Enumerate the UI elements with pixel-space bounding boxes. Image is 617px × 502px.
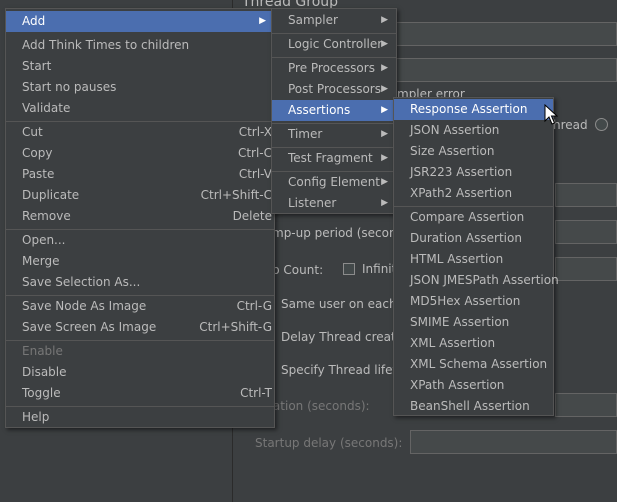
submenu-arrow-icon: ▶: [381, 39, 388, 49]
context-menu: Add ▶ Add Think Times to children Start S…: [5, 8, 275, 428]
mouse-cursor-icon: [544, 104, 558, 125]
radio-option[interactable]: [595, 118, 608, 131]
menu-item-merge[interactable]: Merge: [6, 251, 274, 272]
loop-count-field[interactable]: [555, 257, 617, 281]
submenu-item-html-assertion[interactable]: HTML Assertion: [394, 249, 553, 270]
menu-item-duplicate[interactable]: Duplicate Ctrl+Shift-C: [6, 185, 274, 206]
submenu-item-config-element[interactable]: Config Element ▶: [272, 172, 396, 193]
submenu-item-xml-schema-assertion[interactable]: XML Schema Assertion: [394, 354, 553, 375]
ramp-up-field[interactable]: [555, 220, 617, 244]
submenu-arrow-icon: ▶: [259, 16, 266, 26]
menu-item-toggle[interactable]: Toggle Ctrl-T: [6, 383, 274, 404]
menu-item-start-no-pauses[interactable]: Start no pauses: [6, 77, 274, 98]
submenu-arrow-icon: ▶: [381, 129, 388, 139]
submenu-item-smime-assertion[interactable]: SMIME Assertion: [394, 312, 553, 333]
ramp-up-label: mp-up period (seconds: [272, 226, 411, 240]
menu-item-add[interactable]: Add ▶: [6, 11, 274, 32]
submenu-item-size-assertion[interactable]: Size Assertion: [394, 141, 553, 162]
submenu-item-xpath-assertion[interactable]: XPath Assertion: [394, 375, 553, 396]
startup-delay-label: Startup delay (seconds):: [255, 436, 403, 450]
submenu-arrow-icon: ▶: [381, 15, 388, 25]
submenu-item-json-jmespath-assertion[interactable]: JSON JMESPath Assertion: [394, 270, 559, 291]
submenu-arrow-icon: ▶: [381, 63, 388, 73]
submenu-item-logic-controller[interactable]: Logic Controller ▶: [272, 34, 396, 55]
add-submenu: Sampler ▶ Logic Controller ▶ Pre Processor…: [271, 8, 397, 214]
menu-item-start[interactable]: Start: [6, 56, 274, 77]
submenu-item-sampler[interactable]: Sampler ▶: [272, 10, 396, 31]
menu-item-help[interactable]: Help: [6, 407, 274, 428]
submenu-item-md5hex-assertion[interactable]: MD5Hex Assertion: [394, 291, 553, 312]
menu-item-copy[interactable]: Copy Ctrl-C: [6, 143, 274, 164]
submenu-item-json-assertion[interactable]: JSON Assertion: [394, 120, 553, 141]
submenu-item-timer[interactable]: Timer ▶: [272, 124, 396, 145]
submenu-arrow-icon: ▶: [381, 153, 388, 163]
menu-item-remove[interactable]: Remove Delete: [6, 206, 274, 227]
startup-delay-field[interactable]: [410, 430, 617, 454]
duration-label: ration (seconds):: [268, 399, 370, 413]
menu-item-save-selection[interactable]: Save Selection As...: [6, 272, 274, 293]
infinite-checkbox[interactable]: [343, 263, 355, 275]
name-field[interactable]: [395, 22, 617, 46]
menu-item-paste[interactable]: Paste Ctrl-V: [6, 164, 274, 185]
menu-item-cut[interactable]: Cut Ctrl-X: [6, 122, 274, 143]
menu-item-enable: Enable: [22, 344, 63, 358]
submenu-item-compare-assertion[interactable]: Compare Assertion: [394, 207, 553, 228]
comments-field[interactable]: [395, 58, 617, 82]
submenu-item-test-fragment[interactable]: Test Fragment ▶: [272, 148, 396, 169]
assertions-submenu: Response Assertion JSON Assertion Size A…: [393, 97, 559, 417]
submenu-item-xml-assertion[interactable]: XML Assertion: [394, 333, 553, 354]
menu-item-disable[interactable]: Disable: [6, 362, 274, 383]
infinite-label: Infinit: [362, 262, 397, 276]
submenu-arrow-icon: ▶: [381, 105, 388, 115]
threads-field[interactable]: [555, 183, 617, 207]
submenu-item-beanshell-assertion[interactable]: BeanShell Assertion: [394, 396, 553, 417]
menu-item-save-node-image[interactable]: Save Node As Image Ctrl-G: [6, 296, 274, 317]
submenu-item-assertions[interactable]: Assertions ▶: [272, 100, 396, 121]
submenu-item-response-assertion[interactable]: Response Assertion: [394, 99, 553, 120]
duration-field[interactable]: [555, 393, 617, 417]
submenu-arrow-icon: ▶: [381, 84, 388, 94]
menu-item-validate[interactable]: Validate: [6, 98, 274, 119]
thread-option-label: hread: [553, 118, 588, 132]
submenu-item-duration-assertion[interactable]: Duration Assertion: [394, 228, 553, 249]
submenu-item-jsr223-assertion[interactable]: JSR223 Assertion: [394, 162, 553, 183]
submenu-item-post-processors[interactable]: Post Processors ▶: [272, 79, 396, 100]
submenu-arrow-icon: ▶: [381, 198, 388, 208]
submenu-item-listener[interactable]: Listener ▶: [272, 193, 396, 214]
submenu-item-xpath2-assertion[interactable]: XPath2 Assertion: [394, 183, 553, 204]
menu-item-add-think-times[interactable]: Add Think Times to children: [6, 35, 274, 56]
loop-count-label: p Count:: [272, 263, 324, 277]
menu-item-open[interactable]: Open...: [6, 230, 274, 251]
menu-item-save-screen-image[interactable]: Save Screen As Image Ctrl+Shift-G: [6, 317, 274, 338]
submenu-item-pre-processors[interactable]: Pre Processors ▶: [272, 58, 396, 79]
submenu-arrow-icon: ▶: [381, 177, 388, 187]
